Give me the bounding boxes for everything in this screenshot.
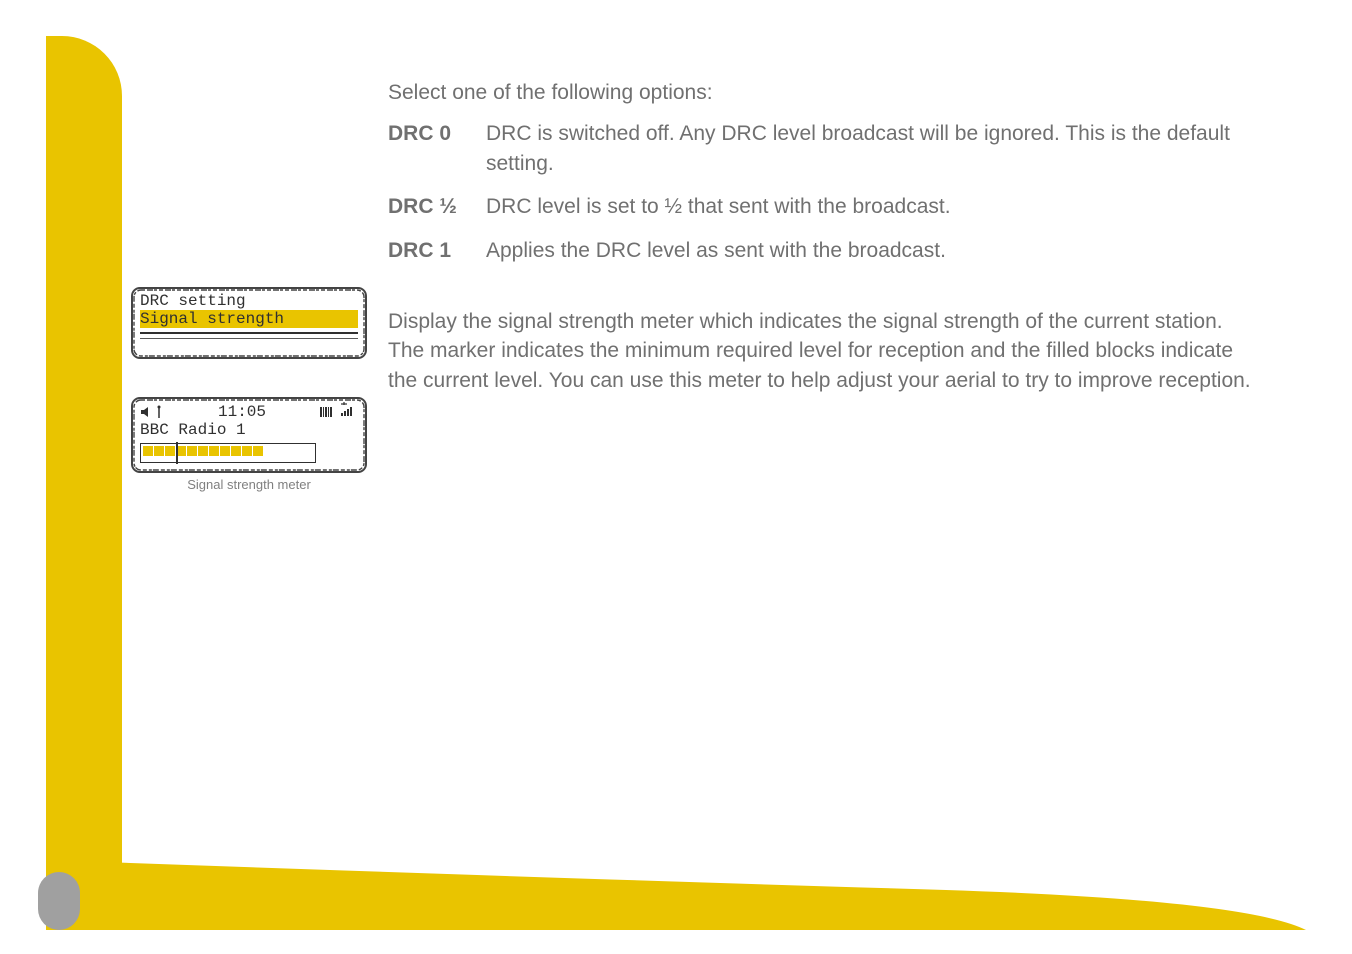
options-table: DRC 0 DRC is switched off. Any DRC level…: [388, 119, 1258, 265]
meter-cell: [209, 446, 219, 456]
meter-cell: [264, 446, 276, 458]
meter-cell: [154, 446, 164, 456]
barcode-icon: [320, 405, 340, 419]
antenna-icon: [154, 405, 164, 419]
meter-cell: [290, 446, 302, 458]
left-yellow-bar: [46, 36, 122, 916]
meter-cell: [198, 446, 208, 456]
speaker-icon: [140, 405, 154, 419]
meter-cell: [165, 446, 175, 456]
signal-strength-paragraph: Display the signal strength meter which …: [388, 307, 1258, 395]
lcd-caption: Signal strength meter: [130, 477, 368, 492]
meter-min-marker: [176, 442, 178, 464]
lcd-separator: [140, 332, 358, 334]
option-name: DRC 1: [388, 236, 478, 265]
lcd-column: DRC setting Signal strength: [130, 286, 368, 510]
meter-cell: [220, 446, 230, 456]
meter-cell: [187, 446, 197, 456]
lcd-time: 11:05: [164, 403, 320, 421]
option-name: DRC ½: [388, 192, 478, 221]
lcd-separator: [140, 338, 358, 339]
signal-strength-meter: [140, 443, 316, 463]
meter-cell: [253, 446, 263, 456]
intro-text: Select one of the following options:: [388, 78, 1258, 107]
bottom-yellow-swoosh: [46, 860, 1306, 930]
signal-bars-icon: [340, 402, 358, 421]
page-corner-chip: [38, 872, 80, 930]
main-content: Select one of the following options: DRC…: [388, 78, 1258, 407]
option-desc: Applies the DRC level as sent with the b…: [486, 236, 1258, 265]
lcd-signal-screenshot: 11:05: [130, 396, 368, 474]
lcd-line: DRC setting: [140, 292, 358, 310]
lcd-menu-screenshot: DRC setting Signal strength: [130, 286, 368, 360]
meter-cell: [242, 446, 252, 456]
meter-cell: [277, 446, 289, 458]
option-name: DRC 0: [388, 119, 478, 178]
meter-cell: [143, 446, 153, 456]
option-desc: DRC is switched off. Any DRC level broad…: [486, 119, 1258, 178]
meter-cell: [231, 446, 241, 456]
lcd-station: BBC Radio 1: [140, 421, 358, 439]
option-desc: DRC level is set to ½ that sent with the…: [486, 192, 1258, 221]
lcd-line-highlighted: Signal strength: [140, 310, 358, 328]
